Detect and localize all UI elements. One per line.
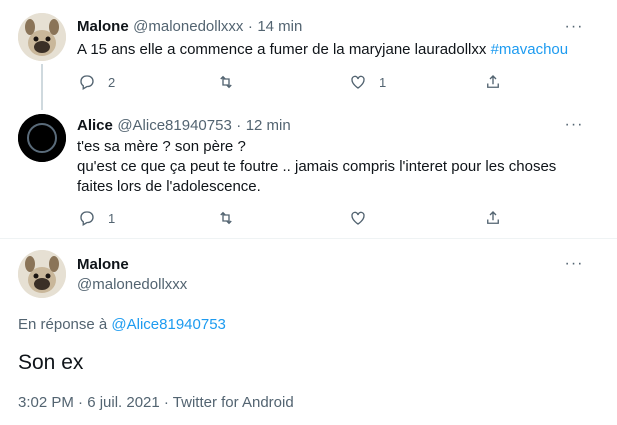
separator: · <box>247 18 253 35</box>
dog-avatar-icon <box>18 250 66 298</box>
reply-to-link[interactable]: @Alice81940753 <box>111 316 225 333</box>
like-button[interactable] <box>349 209 367 227</box>
tweet-time[interactable]: 12 min <box>246 117 291 134</box>
main-user-handle[interactable]: @malonedollxxx <box>77 276 187 293</box>
share-icon <box>487 211 499 224</box>
avatar-malone-main[interactable] <box>18 250 66 298</box>
display-name[interactable]: Malone <box>77 18 129 35</box>
reply-context: En réponse à @Alice81940753 <box>18 316 226 333</box>
share-button[interactable] <box>484 209 502 227</box>
main-display-name[interactable]: Malone <box>77 256 129 273</box>
retweet-icon <box>220 75 232 89</box>
tweet-time[interactable]: 14 min <box>257 18 302 35</box>
like-button[interactable]: 1 <box>349 73 386 91</box>
reply-icon <box>80 211 94 226</box>
display-name[interactable]: Alice <box>77 117 113 134</box>
like-icon <box>351 211 365 225</box>
dog-avatar-icon <box>18 13 66 61</box>
user-handle[interactable]: @malonedollxxx <box>133 18 243 35</box>
reply-button[interactable]: 2 <box>78 73 115 91</box>
tweet-timestamp[interactable]: 3:02 PM · 6 juil. 2021 · Twitter for And… <box>18 394 294 411</box>
retweet-button[interactable] <box>217 209 235 227</box>
reply-prefix: En réponse à <box>18 316 112 333</box>
separator: · <box>236 117 242 134</box>
tweet2-line2: qu'est ce que ça peut te foutre .. jamai… <box>77 158 557 175</box>
tweet1-text: A 15 ans elle a commence a fumer de la m… <box>77 40 568 60</box>
tweet-body: A 15 ans elle a commence a fumer de la m… <box>77 41 491 58</box>
divider <box>0 238 617 239</box>
reply-button[interactable]: 1 <box>78 209 115 227</box>
main-tweet-text: Son ex <box>18 351 84 374</box>
thread-line <box>41 64 43 110</box>
hashtag-link[interactable]: #mavachou <box>491 41 569 58</box>
tweet2-header: Alice @Alice81940753 · 12 min <box>77 117 291 135</box>
avatar-alice[interactable] <box>18 114 66 162</box>
tweet1-header: Malone @malonedollxxx · 14 min <box>77 18 302 36</box>
user-handle[interactable]: @Alice81940753 <box>117 117 231 134</box>
like-count: 1 <box>379 74 387 90</box>
avatar-malone[interactable] <box>18 13 66 61</box>
retweet-icon <box>220 211 232 225</box>
reply-count: 2 <box>108 74 116 90</box>
more-icon[interactable]: ··· <box>564 117 584 140</box>
reply-count: 1 <box>108 210 116 226</box>
reply-icon <box>80 75 94 90</box>
retweet-button[interactable] <box>217 73 235 91</box>
tweet2-line1: t'es sa mère ? son père ? <box>77 138 246 155</box>
eclipse-avatar-icon <box>18 114 66 162</box>
more-icon[interactable]: ··· <box>564 19 584 42</box>
more-icon[interactable]: ··· <box>564 256 584 279</box>
like-icon <box>351 75 365 89</box>
share-button[interactable] <box>484 73 502 91</box>
share-icon <box>487 75 499 88</box>
tweet2-line3: faites lors de l'adolescence. <box>77 178 261 195</box>
